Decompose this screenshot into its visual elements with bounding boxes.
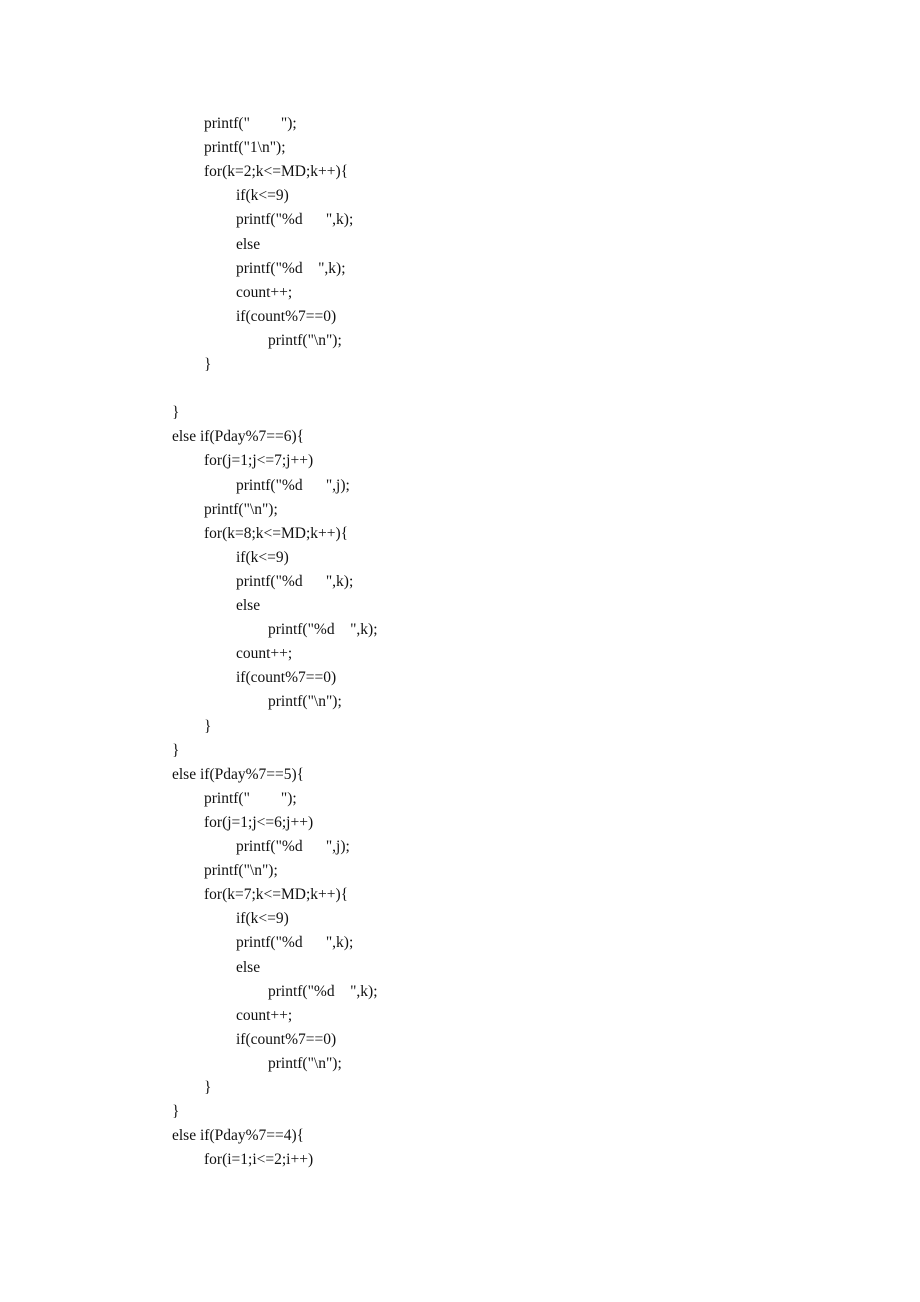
code-line: for(k=2;k<=MD;k++){ [204,163,349,181]
code-line: else [236,597,261,614]
code-line: printf("%d ",j); [236,838,350,855]
document-page: printf(" "); printf("1\n"); for(k=2;k<=MD;… [0,0,920,1302]
code-line: else [236,958,261,976]
code-line: else if(Pday%7==6){ [172,428,305,446]
code-line: if(k<=9) [236,910,289,928]
code-line: printf("1\n"); [204,139,286,157]
code-line: printf("%d ",k); [268,621,378,639]
code-line: } [204,1079,212,1096]
code-line: } [172,1103,180,1121]
code-line: printf("\n"); [268,1054,342,1072]
code-line: printf("%d ",k); [268,982,378,1000]
code-line: count++; [236,1006,293,1024]
code-line: } [172,404,180,422]
code-line: printf("%d ",j); [236,476,350,494]
code-line: count++; [236,283,293,301]
code-line: } [172,741,180,759]
code-line: for(k=8;k<=MD;k++){ [204,524,349,542]
code-line: printf("\n"); [204,862,278,880]
code-line: else [236,235,261,253]
code-line: printf("\n"); [268,693,342,711]
code-line: } [204,717,212,735]
code-line: if(count%7==0) [236,307,337,325]
code-line: count++; [236,645,293,663]
code-line: printf("%d ",k); [236,259,346,277]
code-line: else if(Pday%7==5){ [172,765,305,783]
code-line: printf("%d ",k); [236,572,354,590]
code-line: printf(" "); [204,115,297,132]
code-line: if(k<=9) [236,187,289,205]
code-line: else if(Pday%7==4){ [172,1127,305,1145]
code-line: for(j=1;j<=7;j++) [204,452,314,470]
code-line: if(count%7==0) [236,669,337,687]
code-line: for(i=1;i<=2;i++) [204,1151,314,1169]
code-line: printf("\n"); [268,331,342,349]
code-line: for(k=7;k<=MD;k++){ [204,886,349,904]
code-line: printf("%d ",k); [236,211,354,229]
code-line: printf("\n"); [204,500,278,518]
code-line: if(count%7==0) [236,1030,337,1048]
code-line: printf("%d ",k); [236,934,354,952]
code-line: for(j=1;j<=6;j++) [204,813,314,831]
code-line: if(k<=9) [236,548,289,566]
code-line: printf(" "); [204,789,297,807]
code-line: } [204,356,212,373]
